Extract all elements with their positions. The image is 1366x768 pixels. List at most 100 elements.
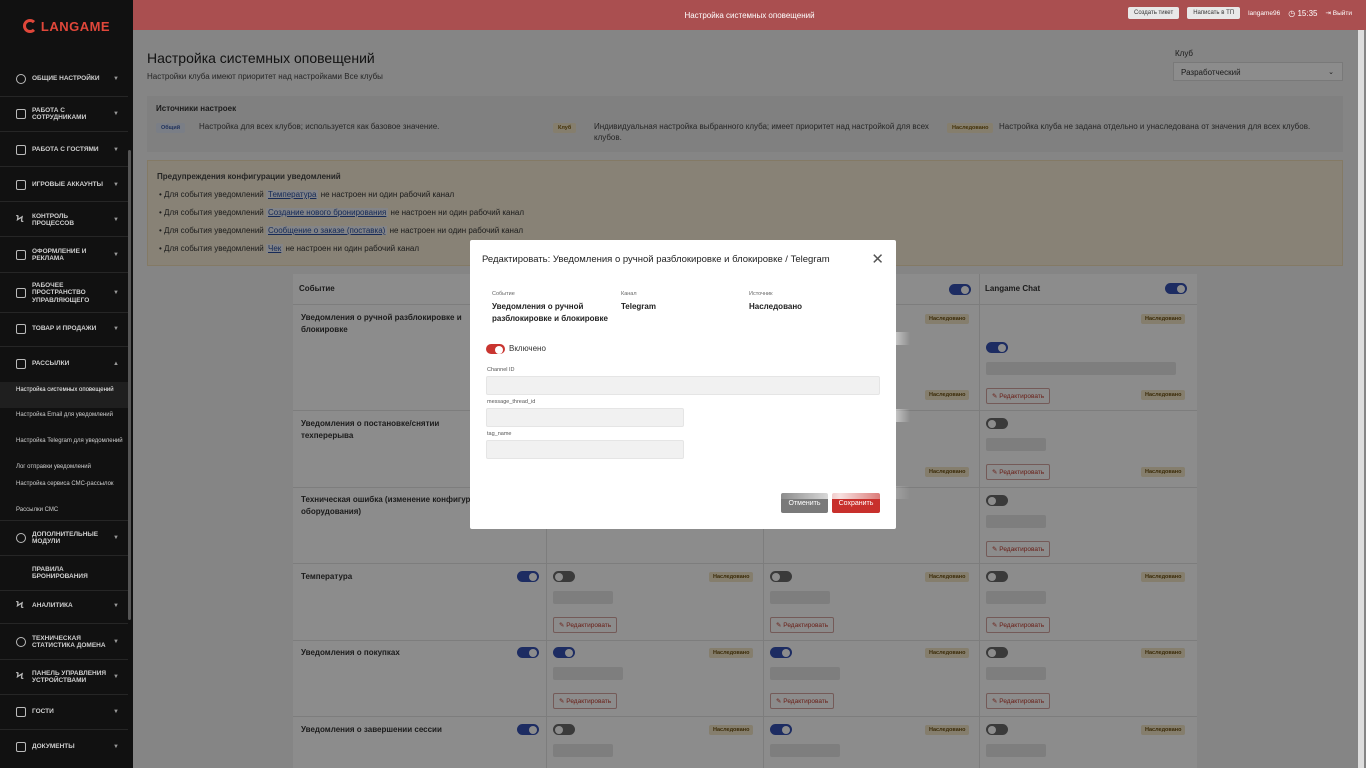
analytics-icon: ϟ [16, 600, 24, 611]
page-scrollbar[interactable] [1358, 30, 1364, 768]
sidebar-item-label: ОФОРМЛЕНИЕ И РЕКЛАМА [32, 247, 87, 262]
sidebar-divider [0, 623, 128, 624]
meta-source-value: Наследовано [749, 302, 803, 311]
sidebar-item-general-settings[interactable]: ОБЩИЕ НАСТРОЙКИ ▼ [0, 71, 133, 87]
sidebar-item-booking-rules[interactable]: ПРАВИЛА БРОНИРОВАНИЯ [0, 563, 133, 583]
sidebar-item-label: ПАНЕЛЬ УПРАВЛЕНИЯ УСТРОЙСТВАМИ [32, 669, 107, 684]
sidebar-subitem-label: Рассылки СМС [16, 507, 59, 513]
sidebar-divider [0, 166, 128, 167]
sidebar-divider [0, 659, 128, 660]
devices-icon: ϟ [16, 671, 24, 682]
langame-logo-icon [22, 19, 37, 33]
gear-icon [16, 74, 26, 84]
sidebar-item-staff[interactable]: РАБОТА С СОТРУДНИКАМИ ▼ [0, 104, 133, 124]
meta-channel-label: Канал [621, 291, 637, 297]
sidebar-divider [0, 201, 128, 202]
sidebar-item-game-accounts[interactable]: ИГРОВЫЕ АККАУНТЫ ▼ [0, 177, 133, 193]
render-artifact [770, 486, 910, 499]
meta-event-label: Событие [492, 291, 515, 297]
chevron-down-icon: ▼ [113, 325, 119, 332]
account-icon [16, 180, 26, 190]
enabled-label: Включено [509, 344, 546, 353]
edit-icon [16, 250, 26, 260]
sidebar-subitem-email[interactable]: Настройка Email для уведомлений [0, 412, 128, 420]
top-bar-actions: Создать тикет Написать в ТП langame96 ◷ … [1128, 7, 1352, 19]
channel-id-input[interactable] [486, 376, 880, 395]
sidebar-item-design-ads[interactable]: ОФОРМЛЕНИЕ И РЕКЛАМА ▼ [0, 245, 133, 265]
sidebar-divider [0, 520, 128, 521]
sidebar-item-mailings[interactable]: РАССЫЛКИ ▲ [0, 356, 133, 372]
bolt-icon: ϟ [16, 214, 24, 225]
sidebar-item-extra-modules[interactable]: ДОПОЛНИТЕЛЬНЫЕ МОДУЛИ ▼ [0, 528, 133, 548]
sidebar-divider [0, 272, 128, 273]
chevron-down-icon: ▼ [113, 708, 119, 715]
sidebar-item-manager-workspace[interactable]: РАБОЧЕЕ ПРОСТРАНСТВО УПРАВЛЯЮЩЕГО ▼ [0, 280, 133, 306]
sidebar-subitem-sms-service[interactable]: Настройка сервиса СМС-рассылок [0, 481, 128, 489]
chevron-down-icon: ▼ [113, 602, 119, 609]
tag-name-input[interactable] [486, 440, 684, 459]
sidebar-item-label: РАССЫЛКИ [32, 360, 70, 368]
sidebar-divider [0, 555, 128, 556]
sidebar-divider [0, 590, 128, 591]
sidebar-item-domain-stats[interactable]: ТЕХНИЧЕСКАЯ СТАТИСТИКА ДОМЕНА ▼ [0, 632, 133, 652]
sidebar-item-goods-sales[interactable]: ТОВАР И ПРОДАЖИ ▼ [0, 321, 133, 337]
modal-title: Редактировать: Уведомления о ручной разб… [482, 254, 830, 265]
sidebar-subitem-label: Настройка системных оповещений [16, 387, 114, 393]
message-thread-id-label: message_thread_id [487, 399, 536, 405]
sidebar-divider [0, 729, 128, 730]
goods-icon [16, 324, 26, 334]
sidebar-item-label: ДОКУМЕНТЫ [32, 743, 75, 751]
message-thread-id-input[interactable] [486, 408, 684, 427]
sidebar-subitem-system-notifications[interactable]: Настройка системных оповещений [0, 382, 128, 408]
clock: ◷ 15:35 [1288, 9, 1317, 18]
sidebar-item-guests[interactable]: ГОСТИ ▼ [0, 704, 133, 720]
chevron-down-icon: ▼ [113, 181, 119, 188]
sidebar-scrollbar[interactable] [128, 150, 131, 620]
sidebar-subitem-label: Настройка сервиса СМС-рассылок [16, 481, 114, 487]
chevron-down-icon: ▼ [113, 673, 119, 680]
sidebar: LANGAME ОБЩИЕ НАСТРОЙКИ ▼ РАБОТА С СОТРУ… [0, 0, 133, 768]
sidebar-item-documents[interactable]: ДОКУМЕНТЫ ▼ [0, 739, 133, 755]
chevron-down-icon: ▼ [113, 251, 119, 258]
sidebar-item-label: ПРАВИЛА БРОНИРОВАНИЯ [32, 565, 88, 580]
write-support-button[interactable]: Написать в ТП [1187, 7, 1241, 19]
sidebar-item-label: РАБОТА С СОТРУДНИКАМИ [32, 106, 87, 121]
sidebar-item-label: РАБОЧЕЕ ПРОСТРАНСТВО УПРАВЛЯЮЩЕГО [32, 281, 90, 304]
sidebar-subitem-label: Лог отправки уведомлений [16, 464, 91, 470]
brand-name: LANGAME [40, 18, 111, 34]
top-bar-title-text: Настройка системных оповещений [684, 10, 815, 20]
sidebar-item-guests-work[interactable]: РАБОТА С ГОСТЯМИ ▼ [0, 142, 133, 158]
sidebar-item-label: КОНТРОЛЬ ПРОЦЕССОВ [32, 212, 75, 227]
sidebar-item-process-control[interactable]: ϟ КОНТРОЛЬ ПРОЦЕССОВ ▼ [0, 212, 133, 228]
clock-icon: ◷ [1288, 8, 1296, 18]
sidebar-divider [0, 131, 128, 132]
sidebar-divider [0, 346, 128, 347]
sidebar-item-label: ОБЩИЕ НАСТРОЙКИ [32, 75, 100, 83]
current-user[interactable]: langame96 [1248, 10, 1280, 17]
close-icon[interactable]: ✕ [871, 250, 884, 268]
chevron-down-icon: ▼ [113, 75, 119, 82]
sidebar-subitem-sms[interactable]: Рассылки СМС [0, 507, 128, 515]
chevron-down-icon: ▼ [113, 146, 119, 153]
brand-logo[interactable]: LANGAME [0, 0, 133, 52]
sidebar-subitem-telegram[interactable]: Настройка Telegram для уведомлений [0, 438, 128, 446]
sidebar-divider [0, 236, 128, 237]
sidebar-item-analytics[interactable]: ϟ АНАЛИТИКА ▼ [0, 598, 133, 614]
create-ticket-button[interactable]: Создать тикет [1128, 7, 1180, 19]
chevron-down-icon: ▼ [113, 110, 119, 117]
logout-icon: ⇥ [1325, 10, 1331, 17]
docs-icon [16, 742, 26, 752]
logout-label: Выйти [1332, 10, 1352, 17]
sidebar-item-label: РАБОТА С ГОСТЯМИ [32, 146, 99, 154]
tag-name-label: tag_name [487, 431, 512, 437]
logout-link[interactable]: ⇥ Выйти [1325, 9, 1352, 17]
chevron-down-icon: ▼ [113, 534, 119, 541]
sidebar-divider [0, 312, 128, 313]
chevron-down-icon: ▼ [113, 638, 119, 645]
sidebar-item-device-panel[interactable]: ϟ ПАНЕЛЬ УПРАВЛЕНИЯ УСТРОЙСТВАМИ ▼ [0, 667, 133, 687]
enabled-toggle[interactable] [486, 344, 505, 354]
chevron-down-icon: ▼ [113, 289, 119, 296]
sidebar-item-label: ДОПОЛНИТЕЛЬНЫЕ МОДУЛИ [32, 530, 99, 545]
sidebar-item-label: ГОСТИ [32, 708, 54, 716]
sidebar-subitem-log[interactable]: Лог отправки уведомлений [0, 464, 128, 472]
